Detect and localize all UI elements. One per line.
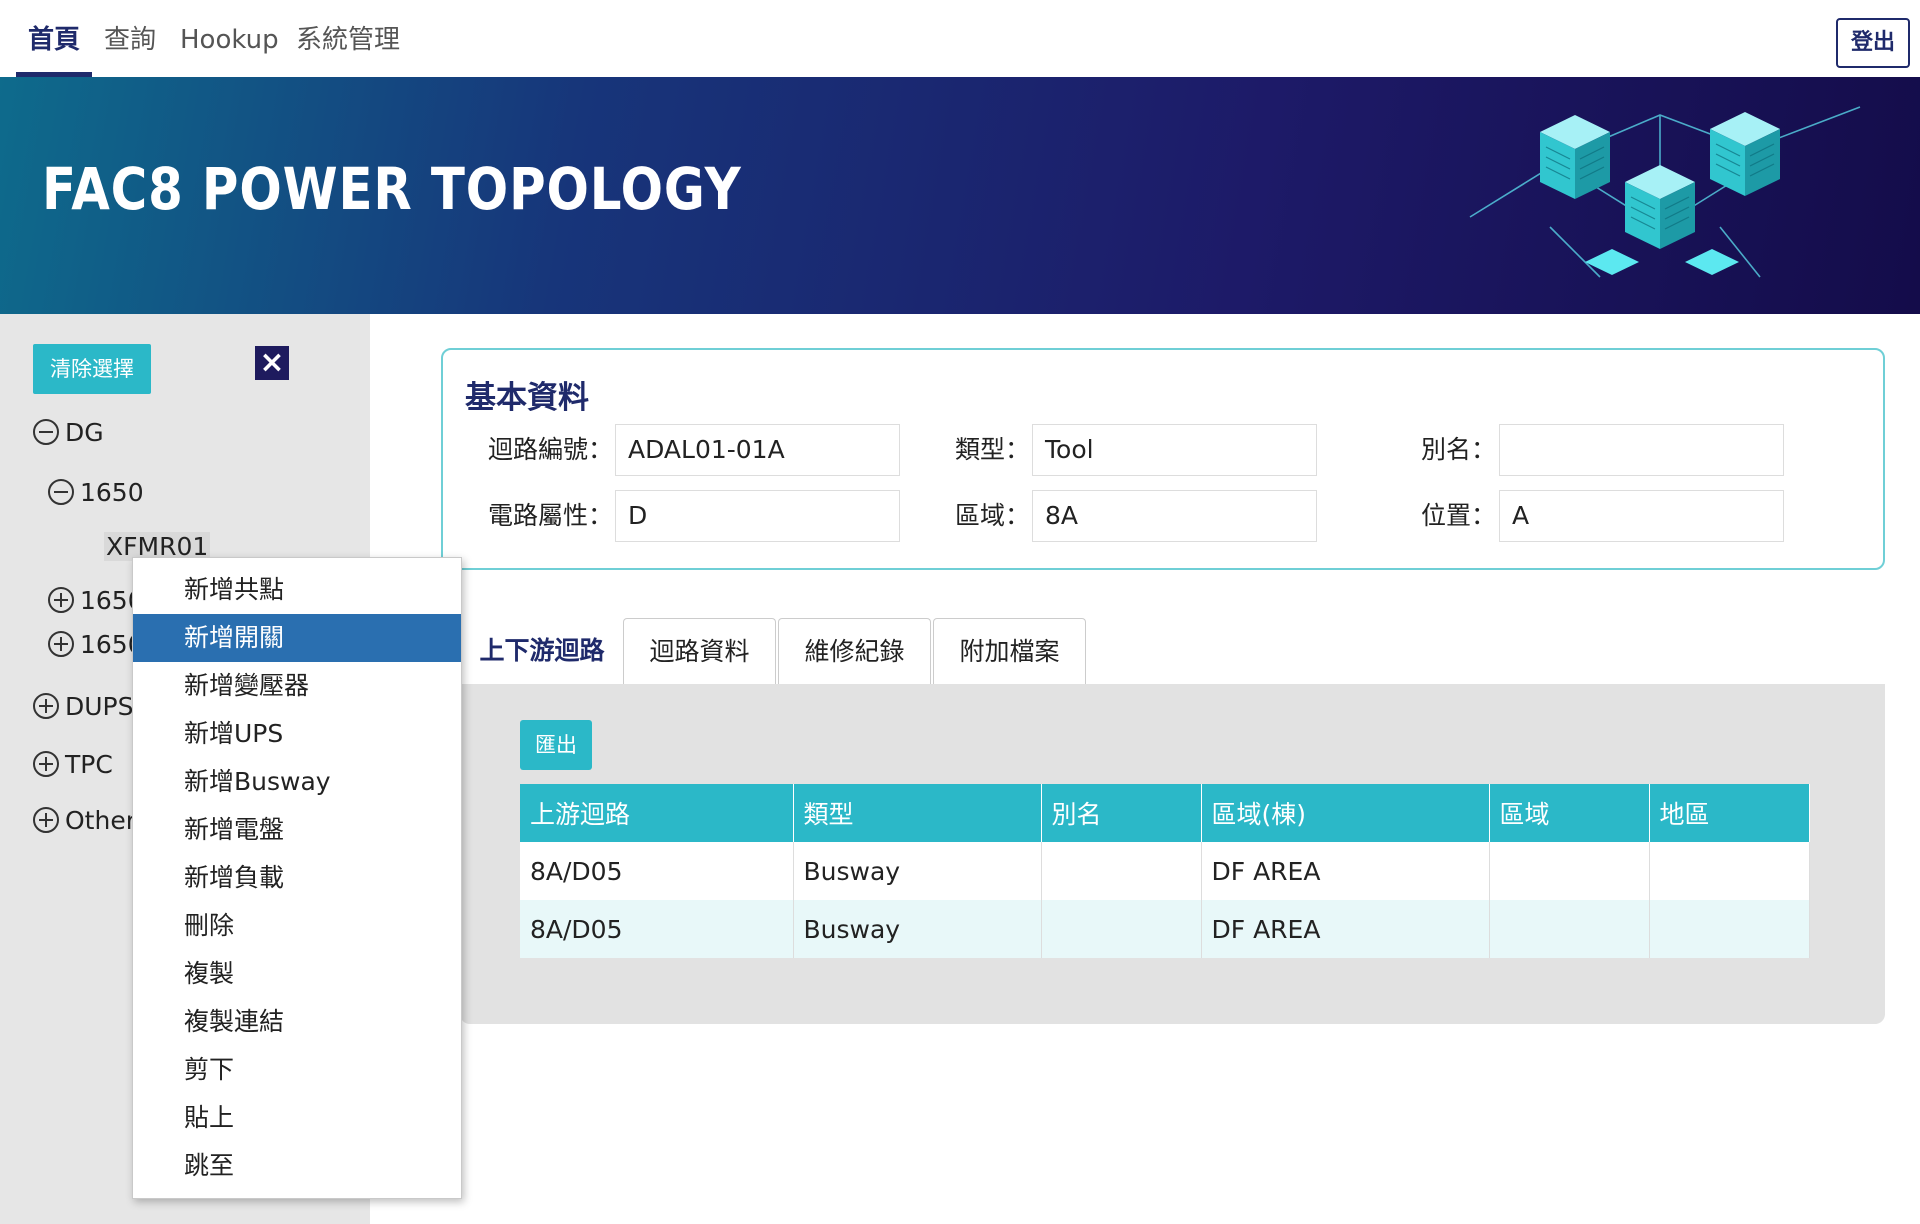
server-cube-right <box>1710 112 1780 196</box>
menu-item-delete[interactable]: 刪除 <box>133 902 461 950</box>
nav-hookup[interactable]: Hookup <box>180 20 279 60</box>
table-cell <box>1649 900 1810 958</box>
table-row[interactable]: 8A/D05 Busway DF AREA <box>520 900 1810 958</box>
table-cell: 8A/D05 <box>520 900 794 958</box>
tree-node-other[interactable]: Other <box>33 804 136 838</box>
top-nav: 首頁 查詢 Hookup 系統管理 登出 <box>0 0 1920 77</box>
tab-maintenance-records[interactable]: 維修紀錄 <box>778 618 931 684</box>
expand-icon[interactable] <box>33 693 59 719</box>
clear-selection-button[interactable]: 清除選擇 <box>33 344 151 394</box>
alias-field[interactable] <box>1499 424 1784 476</box>
expand-icon[interactable] <box>33 751 59 777</box>
circuit-id-label: 迴路編號： <box>488 435 614 464</box>
nav-home[interactable]: 首頁 <box>28 20 80 60</box>
tree-node-1650[interactable]: 1650 <box>48 628 144 662</box>
table-cell: Busway <box>793 842 1042 900</box>
area-label: 區域： <box>955 501 1031 530</box>
tree-node-1650[interactable]: 1650 <box>48 476 144 510</box>
column-header[interactable]: 別名 <box>1041 784 1202 842</box>
logout-button[interactable]: 登出 <box>1836 18 1910 68</box>
export-button[interactable]: 匯出 <box>520 720 592 770</box>
column-header[interactable]: 區域 <box>1489 784 1650 842</box>
tree-node-tpc[interactable]: TPC <box>33 748 113 782</box>
expand-icon[interactable] <box>48 631 74 657</box>
tree-node-dups[interactable]: DUPS <box>33 690 134 724</box>
menu-item-add-ups[interactable]: 新增UPS <box>133 710 461 758</box>
table-cell <box>1649 842 1810 900</box>
tree-node-1650[interactable]: 1650 <box>48 584 144 618</box>
table-row[interactable]: 8A/D05 Busway DF AREA <box>520 842 1810 900</box>
location-field[interactable]: A <box>1499 490 1784 542</box>
table-cell: DF AREA <box>1201 842 1490 900</box>
alias-label: 別名： <box>1421 435 1497 464</box>
nav-system-admin[interactable]: 系統管理 <box>296 20 400 60</box>
tab-upstream-downstream[interactable]: 上下游迴路 <box>462 618 622 684</box>
context-menu: 新增共點 新增開關 新增變壓器 新增UPS 新增Busway 新增電盤 新增負載… <box>132 557 462 1199</box>
menu-item-paste[interactable]: 貼上 <box>133 1094 461 1142</box>
expand-icon[interactable] <box>48 587 74 613</box>
location-label: 位置： <box>1421 501 1497 530</box>
close-icon[interactable]: × <box>255 346 289 380</box>
menu-item-copy[interactable]: 複製 <box>133 950 461 998</box>
nav-query[interactable]: 查詢 <box>104 20 156 60</box>
column-header[interactable]: 區域(棟) <box>1201 784 1490 842</box>
table-cell: DF AREA <box>1201 900 1490 958</box>
menu-item-add-switch[interactable]: 新增開關 <box>133 614 461 662</box>
menu-item-jump-to[interactable]: 跳至 <box>133 1142 461 1190</box>
menu-item-add-busway[interactable]: 新增Busway <box>133 758 461 806</box>
collapse-icon[interactable] <box>48 479 74 505</box>
menu-item-cut[interactable]: 剪下 <box>133 1046 461 1094</box>
hero-banner: FAC8 POWER TOPOLOGY <box>0 77 1920 314</box>
column-header[interactable]: 類型 <box>793 784 1042 842</box>
menu-item-add-panel[interactable]: 新增電盤 <box>133 806 461 854</box>
circuit-attribute-field[interactable]: D <box>615 490 900 542</box>
table-cell: 8A/D05 <box>520 842 794 900</box>
card-title: 基本資料 <box>465 380 589 416</box>
table-cell <box>1489 900 1650 958</box>
type-label: 類型： <box>955 435 1031 464</box>
menu-item-add-load[interactable]: 新增負載 <box>133 854 461 902</box>
tab-attachments[interactable]: 附加檔案 <box>933 618 1086 684</box>
menu-item-add-junction[interactable]: 新增共點 <box>133 566 461 614</box>
basic-info-card: 基本資料 迴路編號： ADAL01-01A 類型： Tool 別名： 電路屬性：… <box>441 348 1885 570</box>
circuit-id-field[interactable]: ADAL01-01A <box>615 424 900 476</box>
tree-node-dg[interactable]: DG <box>33 416 104 450</box>
table-header-row: 上游迴路 類型 別名 區域(棟) 區域 地區 <box>520 784 1810 842</box>
column-header[interactable]: 地區 <box>1649 784 1810 842</box>
table-cell <box>1041 900 1202 958</box>
server-cube-center <box>1625 165 1695 249</box>
table-cell <box>1041 842 1202 900</box>
upstream-table: 上游迴路 類型 別名 區域(棟) 區域 地區 8A/D05 Busway DF … <box>520 784 1810 958</box>
menu-item-copy-link[interactable]: 複製連結 <box>133 998 461 1046</box>
circuit-attribute-label: 電路屬性： <box>488 501 614 530</box>
server-network-illustration <box>1469 106 1861 278</box>
banner-title: FAC8 POWER TOPOLOGY <box>42 155 742 223</box>
expand-icon[interactable] <box>33 807 59 833</box>
table-cell: Busway <box>793 900 1042 958</box>
tab-circuit-data[interactable]: 迴路資料 <box>623 618 776 684</box>
table-cell <box>1489 842 1650 900</box>
type-field[interactable]: Tool <box>1032 424 1317 476</box>
collapse-icon[interactable] <box>33 419 59 445</box>
column-header[interactable]: 上游迴路 <box>520 784 794 842</box>
area-field[interactable]: 8A <box>1032 490 1317 542</box>
menu-item-add-transformer[interactable]: 新增變壓器 <box>133 662 461 710</box>
server-cube-left <box>1540 115 1610 199</box>
